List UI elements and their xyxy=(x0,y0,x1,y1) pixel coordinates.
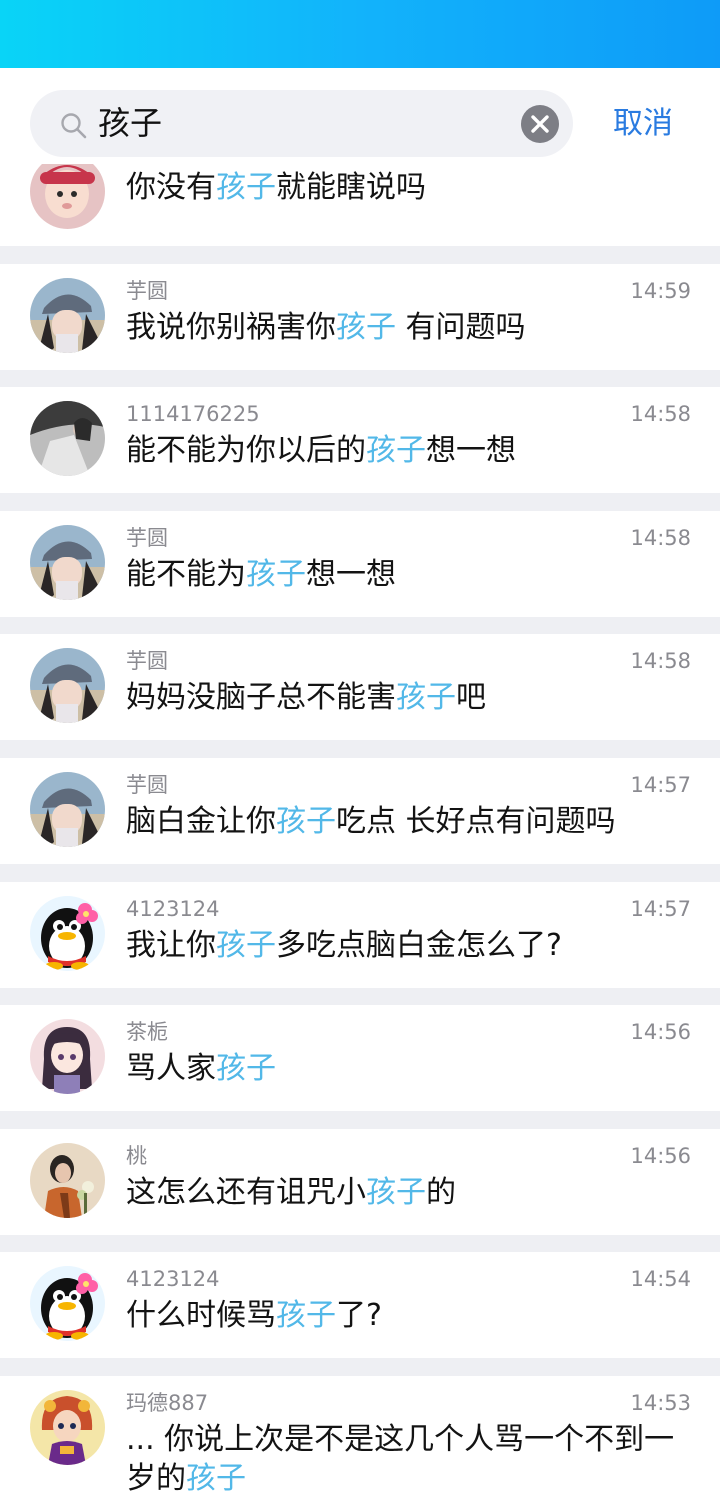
close-icon xyxy=(531,115,549,133)
message-time: 14:57 xyxy=(630,773,691,797)
message-time: 14:58 xyxy=(630,402,691,426)
message-text-part: 妈妈没脑子总不能害 xyxy=(126,680,396,715)
search-query-text[interactable]: 孩子 xyxy=(98,90,162,157)
message-text-part: 脑白金让你 xyxy=(126,804,276,839)
search-result-row[interactable]: 芋圆 14:58 能不能为孩子想一想 xyxy=(0,511,720,617)
cancel-button[interactable]: 取消 xyxy=(613,90,673,157)
message-time: 14:57 xyxy=(630,897,691,921)
girl-hat-avatar[interactable] xyxy=(30,278,105,353)
message-time: 14:58 xyxy=(630,526,691,550)
message-text: 我说你别祸害你孩子 有问题吗 xyxy=(126,308,686,347)
sender-name: 芋圆 xyxy=(126,773,168,797)
keyword-highlight: 孩子 xyxy=(336,310,396,345)
sender-name: 4123124 xyxy=(126,1267,220,1291)
sender-name: 芋圆 xyxy=(126,649,168,673)
keyword-highlight: 孩子 xyxy=(216,1051,276,1086)
girl-hat-avatar[interactable] xyxy=(30,525,105,600)
keyword-highlight: 孩子 xyxy=(366,433,426,468)
keyword-highlight: 孩子 xyxy=(276,804,336,839)
message-text-part: 多吃点脑白金怎么了? xyxy=(276,928,562,963)
search-result-row[interactable]: 桃 14:56 这怎么还有诅咒小孩子的 xyxy=(0,1129,720,1235)
message-text-part: 了? xyxy=(336,1298,382,1333)
message-text-part: 想一想 xyxy=(306,557,396,592)
message-text: 我让你孩子多吃点脑白金怎么了? xyxy=(126,926,686,965)
message-text: 你没有孩子就能瞎说吗 xyxy=(126,168,686,207)
keyword-highlight: 孩子 xyxy=(366,1175,426,1210)
message-text-part: 就能瞎说吗 xyxy=(276,170,426,205)
keyword-highlight: 孩子 xyxy=(216,170,276,205)
message-text-part: 能不能为 xyxy=(126,557,246,592)
message-time: 14:56 xyxy=(630,1144,691,1168)
search-header: 孩子 取消 xyxy=(0,68,720,178)
message-text: 能不能为你以后的孩子想一想 xyxy=(126,431,686,470)
game-hero-avatar[interactable] xyxy=(30,1390,105,1465)
car-girl-avatar[interactable] xyxy=(30,401,105,476)
message-text-part: 的 xyxy=(426,1175,456,1210)
message-text: 这怎么还有诅咒小孩子的 xyxy=(126,1173,686,1212)
search-result-row[interactable]: 芋圆 14:59 我说你别祸害你孩子 有问题吗 xyxy=(0,264,720,370)
search-icon xyxy=(60,112,88,140)
sender-name: 4123124 xyxy=(126,897,220,921)
sender-name: 玛德887 xyxy=(126,1391,209,1415)
message-text-part: 我让你 xyxy=(126,928,216,963)
flower-girl-avatar[interactable] xyxy=(30,1143,105,1218)
keyword-highlight: 孩子 xyxy=(396,680,456,715)
message-text-part: 吃点 长好点有问题吗 xyxy=(336,804,616,839)
message-text-part: 什么时候骂 xyxy=(126,1298,276,1333)
search-result-row[interactable]: 4123124 14:57 我让你孩子多吃点脑白金怎么了? xyxy=(0,882,720,988)
penguin-avatar[interactable] xyxy=(30,1266,105,1341)
message-time: 14:58 xyxy=(630,649,691,673)
message-time: 14:59 xyxy=(630,279,691,303)
message-text-part: 你没有 xyxy=(126,170,216,205)
keyword-highlight: 孩子 xyxy=(216,928,276,963)
message-text-part: 骂人家 xyxy=(126,1051,216,1086)
message-text-part: 吧 xyxy=(456,680,486,715)
search-result-row[interactable]: 你没有孩子就能瞎说吗 xyxy=(0,164,720,246)
girl-hat-avatar[interactable] xyxy=(30,648,105,723)
message-text: 脑白金让你孩子吃点 长好点有问题吗 xyxy=(126,802,686,841)
search-result-row[interactable]: 芋圆 14:58 妈妈没脑子总不能害孩子吧 xyxy=(0,634,720,740)
message-text-part: 我说你别祸害你 xyxy=(126,310,336,345)
sender-name: 芋圆 xyxy=(126,279,168,303)
message-time: 14:56 xyxy=(630,1020,691,1044)
sender-name: 桃 xyxy=(126,1144,147,1168)
search-result-row[interactable]: 4123124 14:54 什么时候骂孩子了? xyxy=(0,1252,720,1358)
message-time: 14:54 xyxy=(630,1267,691,1291)
keyword-highlight: 孩子 xyxy=(276,1298,336,1333)
message-text: 妈妈没脑子总不能害孩子吧 xyxy=(126,678,686,717)
search-result-row[interactable]: 芋圆 14:57 脑白金让你孩子吃点 长好点有问题吗 xyxy=(0,758,720,864)
clear-search-button[interactable] xyxy=(521,105,559,143)
message-text: 能不能为孩子想一想 xyxy=(126,555,686,594)
message-text-part: 能不能为你以后的 xyxy=(126,433,366,468)
penguin-avatar[interactable] xyxy=(30,896,105,971)
status-bar xyxy=(0,0,720,68)
message-text-part: 有问题吗 xyxy=(396,310,526,345)
message-text: 什么时候骂孩子了? xyxy=(126,1296,686,1335)
search-result-row[interactable]: 1114176225 14:58 能不能为你以后的孩子想一想 xyxy=(0,387,720,493)
baby-avatar[interactable] xyxy=(30,164,105,229)
anime-girl-avatar[interactable] xyxy=(30,1019,105,1094)
message-text-part: 这怎么还有诅咒小 xyxy=(126,1175,366,1210)
message-text-part: 想一想 xyxy=(426,433,516,468)
keyword-highlight: 孩子 xyxy=(246,557,306,592)
sender-name: 芋圆 xyxy=(126,526,168,550)
keyword-highlight: 孩子 xyxy=(186,1461,246,1496)
message-text: 骂人家孩子 xyxy=(126,1049,686,1088)
search-result-row[interactable]: 茶栀 14:56 骂人家孩子 xyxy=(0,1005,720,1111)
search-input[interactable]: 孩子 xyxy=(30,90,573,157)
search-result-row[interactable]: 玛德887 14:53 ... 你说上次是不是这几个人骂一个不到一岁的孩子 xyxy=(0,1376,720,1506)
sender-name: 1114176225 xyxy=(126,402,260,426)
girl-hat-avatar[interactable] xyxy=(30,772,105,847)
sender-name: 茶栀 xyxy=(126,1020,168,1044)
message-text: ... 你说上次是不是这几个人骂一个不到一岁的孩子 xyxy=(126,1420,686,1498)
message-time: 14:53 xyxy=(630,1391,691,1415)
